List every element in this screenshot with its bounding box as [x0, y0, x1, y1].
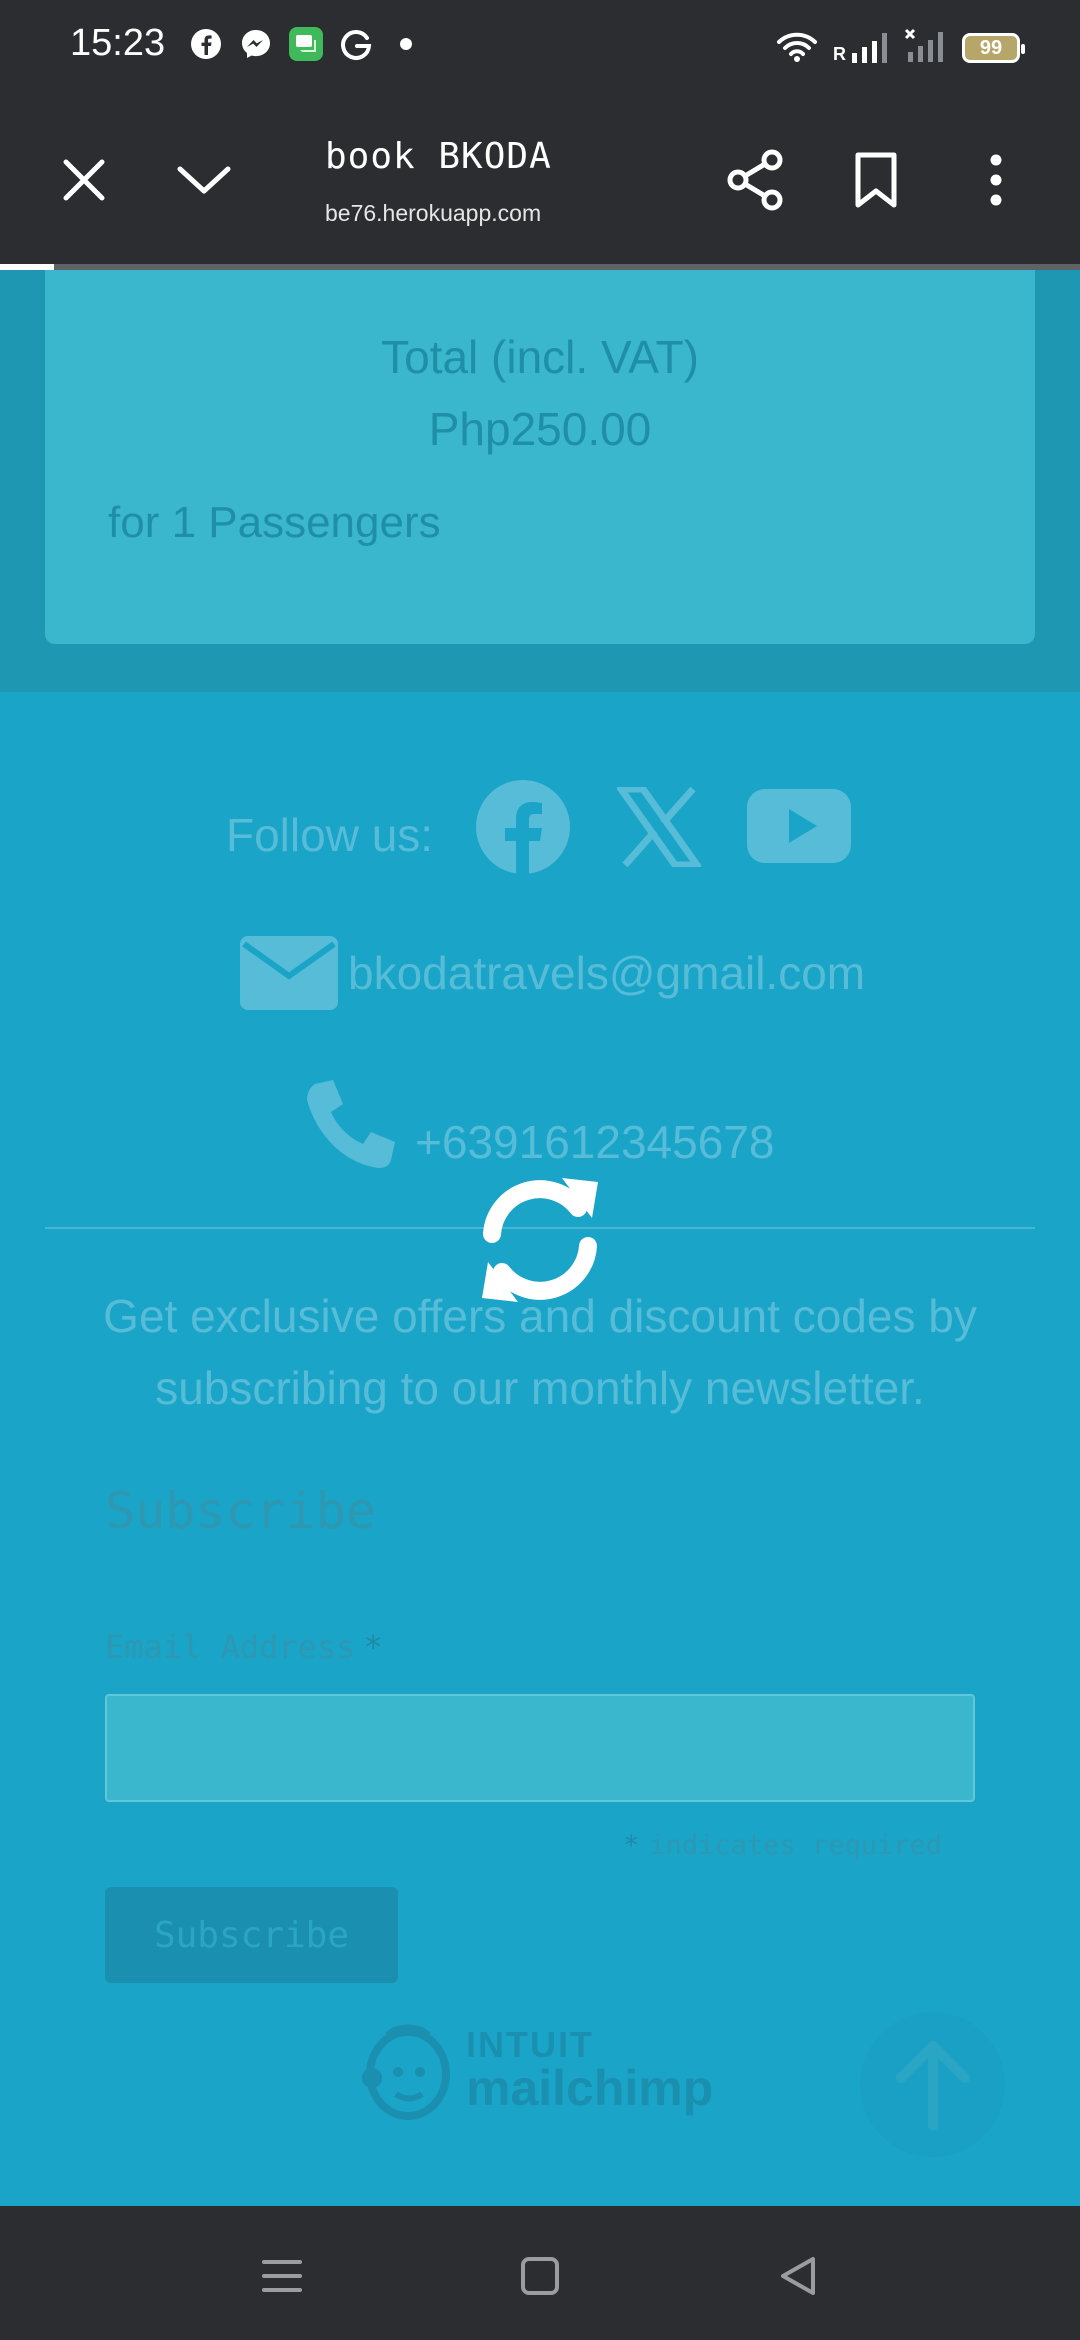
subscribe-heading: Subscribe — [105, 1482, 376, 1540]
more-vertical-icon — [990, 154, 1002, 206]
recent-apps-button[interactable] — [242, 2236, 322, 2316]
mailchimp-line2: mailchimp — [466, 2060, 714, 2116]
minimize-button[interactable] — [164, 140, 244, 220]
passengers-text: for 1 Passengers — [108, 498, 441, 547]
email-contact[interactable]: bkodatravels@gmail.com — [240, 936, 865, 1010]
total-label: Total (incl. VAT) — [381, 331, 699, 383]
dot-icon — [388, 26, 424, 62]
grammarly-icon — [338, 26, 374, 62]
close-tab-button[interactable] — [44, 140, 124, 220]
total-card: Total (incl. VAT) Php250.00 for 1 Passen… — [45, 270, 1035, 644]
signal-icon-1: R — [833, 31, 890, 65]
email-field-label: Email Address * — [105, 1628, 383, 1666]
status-bar: 15:23 R 99 — [0, 0, 1080, 96]
required-note: * indicates required — [623, 1830, 942, 1861]
mailchimp-wordmark: INTUIT mailchimp — [466, 2024, 714, 2116]
youtube-icon — [747, 789, 851, 863]
page-url: be76.herokuapp.com — [325, 200, 541, 227]
facebook-link[interactable] — [474, 778, 572, 876]
web-page: Total (incl. VAT) Php250.00 for 1 Passen… — [0, 270, 1080, 2206]
mailchimp-line1: INTUIT — [466, 2024, 594, 2065]
mailchimp-logo[interactable]: INTUIT mailchimp — [358, 2020, 713, 2120]
page-title: book BKODA — [325, 136, 552, 177]
chevron-down-icon — [177, 166, 231, 194]
mailchimp-icon — [362, 2024, 450, 2120]
required-asterisk: * — [363, 1628, 383, 1666]
phone-number: +6391612345678 — [415, 1116, 775, 1168]
email-label-text: Email Address — [105, 1628, 356, 1666]
share-icon — [727, 149, 783, 211]
x-link[interactable] — [614, 782, 704, 872]
signal-icon-2 — [904, 28, 948, 68]
browser-toolbar: book BKODA be76.herokuapp.com — [0, 96, 1080, 264]
arrow-up-icon — [895, 2040, 970, 2130]
system-nav-bar — [0, 2206, 1080, 2340]
menu-icon — [262, 2260, 302, 2292]
share-button[interactable] — [716, 140, 796, 220]
network-label: R — [833, 44, 846, 64]
email-address: bkodatravels@gmail.com — [348, 947, 866, 999]
close-icon — [63, 159, 105, 201]
home-button[interactable] — [500, 2236, 580, 2316]
follow-label: Follow us: — [226, 809, 434, 861]
wifi-icon — [775, 28, 819, 68]
home-square-icon — [521, 2257, 559, 2295]
bookmark-icon — [855, 152, 897, 208]
chat-app-icon — [288, 26, 324, 62]
bookmark-button[interactable] — [836, 140, 916, 220]
back-triangle-icon — [781, 2257, 815, 2295]
total-value: Php250.00 — [428, 403, 652, 455]
notification-icons — [188, 26, 424, 62]
url-text: be76.herokuapp.com — [325, 200, 542, 226]
phone-contact[interactable]: +6391612345678 — [305, 1078, 774, 1178]
scroll-to-top-button[interactable] — [860, 2012, 1005, 2157]
booking-section: Total (incl. VAT) Php250.00 for 1 Passen… — [0, 270, 1080, 692]
subscribe-button[interactable]: Subscribe — [105, 1887, 398, 1983]
envelope-icon — [240, 936, 338, 1010]
loading-spinner — [468, 1168, 612, 1312]
battery-indicator: 99 — [962, 33, 1025, 63]
required-note-text: indicates required — [649, 1830, 942, 1861]
facebook-icon — [476, 780, 570, 874]
more-options-button[interactable] — [956, 140, 1036, 220]
youtube-link[interactable] — [746, 786, 852, 866]
messenger-icon — [238, 26, 274, 62]
refresh-icon — [482, 1178, 598, 1302]
email-field[interactable] — [105, 1694, 975, 1802]
facebook-icon — [188, 26, 224, 62]
required-note-asterisk: * — [623, 1830, 640, 1861]
status-time: 15:23 — [70, 22, 166, 64]
back-button[interactable] — [758, 2236, 838, 2316]
phone-icon — [307, 1080, 395, 1168]
x-icon — [617, 787, 701, 867]
status-right: R 99 — [775, 28, 1025, 68]
